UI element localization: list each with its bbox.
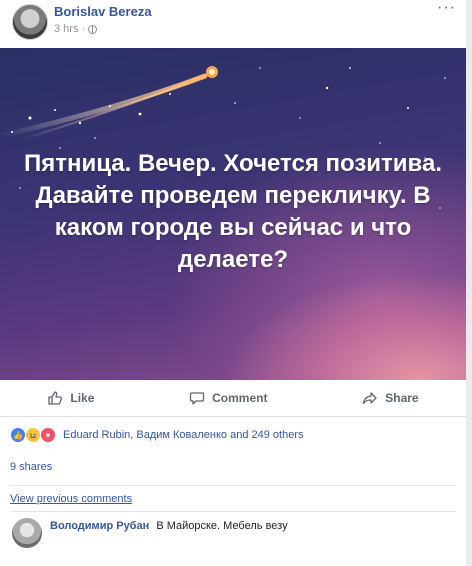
like-label: Like [70,391,95,405]
comment-bubble: Володимир Рубан В Майорске. Мебель везу [50,520,288,532]
share-label: Share [385,391,419,405]
post-header: Borislav Bereza 3 hrs · ··· [0,0,466,48]
page-background [466,0,472,566]
post-actions: Like Comment Share [0,380,466,417]
commenter-avatar[interactable] [12,518,42,548]
commenter-name[interactable]: Володимир Рубан [50,520,149,532]
post-meta: 3 hrs · [54,23,98,35]
comment-button[interactable]: Comment [189,390,267,406]
reactions-text[interactable]: Eduard Rubin, Вадим Коваленко and 249 ot… [63,429,304,441]
post-card: Borislav Bereza 3 hrs · ··· Пятница. Веч… [0,0,466,566]
share-arrow-icon [363,392,377,405]
haha-reaction-icon: 😆 [25,427,41,443]
share-button[interactable]: Share [362,390,419,406]
comment-label: Comment [212,391,268,405]
author-avatar[interactable] [12,4,48,40]
comment-overlay [46,544,376,566]
comment-text: В Майорске. Мебель везу [156,520,288,532]
comment-icon [189,392,205,405]
globe-icon [88,24,98,34]
post-image-text: Пятница. Вечер. Хочется позитива. Давайт… [23,150,442,273]
comment-item: Володимир Рубан В Майорске. Мебель везу [0,512,466,566]
thumbs-up-icon [48,391,63,405]
author-name[interactable]: Borislav Bereza [54,4,152,19]
reactions-summary[interactable]: 👍 😆 ♥ Eduard Rubin, Вадим Коваленко and … [10,427,304,443]
love-reaction-icon: ♥ [40,427,56,443]
shares-count[interactable]: 9 shares [10,461,52,473]
comet-trail [0,66,218,141]
post-image[interactable]: Пятница. Вечер. Хочется позитива. Давайт… [0,48,466,380]
like-reaction-icon: 👍 [10,427,26,443]
post-time[interactable]: 3 hrs · [54,23,85,35]
like-button[interactable]: Like [47,390,94,406]
more-options-icon[interactable]: ··· [437,0,456,16]
divider [10,485,456,486]
view-previous-comments-link[interactable]: View previous comments [10,493,132,505]
